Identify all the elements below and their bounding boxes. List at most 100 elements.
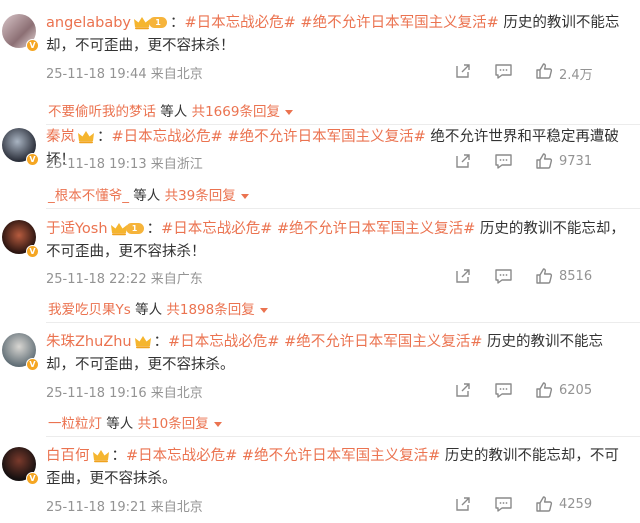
comment-actions: 6205 bbox=[390, 381, 640, 401]
share-button[interactable] bbox=[454, 152, 472, 172]
member-rank-icon[interactable]: 1 bbox=[133, 15, 169, 30]
comment-meta: 25-11-18 19:44 来自北京 bbox=[46, 63, 203, 82]
comment-icon bbox=[494, 62, 513, 80]
like-button[interactable]: 2.4万 bbox=[535, 62, 593, 83]
comment-date: 25-11-18 19:16 bbox=[46, 386, 147, 401]
crown-icon[interactable] bbox=[92, 448, 110, 462]
comment-icon bbox=[494, 495, 513, 513]
like-button[interactable]: 8516 bbox=[535, 267, 592, 287]
hashtag-link[interactable]: #日本忘战必危# bbox=[126, 448, 237, 464]
comment-source: 来自广东 bbox=[150, 272, 203, 287]
crown-icon[interactable] bbox=[77, 129, 95, 143]
like-count: 8516 bbox=[559, 269, 593, 284]
hashtag-link[interactable]: #绝不允许日本军国主义复活# bbox=[227, 129, 425, 145]
divider bbox=[46, 322, 640, 323]
reply-count[interactable]: 共1669条回复 bbox=[192, 104, 280, 120]
username-link[interactable]: 朱珠ZhuZhu bbox=[46, 334, 132, 350]
comment-actions: 8516 bbox=[390, 267, 640, 287]
hashtag-link[interactable]: #日本忘战必危# bbox=[161, 221, 272, 237]
reply-others-label: 等人 bbox=[135, 302, 163, 318]
comment-meta: 25-11-18 22:22 来自广东 bbox=[46, 268, 203, 287]
crown-icon[interactable] bbox=[134, 334, 152, 348]
share-button[interactable] bbox=[454, 62, 472, 82]
separator: ： bbox=[111, 448, 127, 464]
username-link[interactable]: 于适Yosh bbox=[46, 221, 108, 237]
comment-actions: 2.4万 bbox=[390, 62, 640, 83]
hashtag-link[interactable]: #日本忘战必危# bbox=[112, 129, 223, 145]
share-icon bbox=[454, 267, 472, 285]
reply-others-label: 等人 bbox=[106, 416, 134, 432]
username-link[interactable]: 白百何 bbox=[46, 448, 90, 464]
reply-count[interactable]: 共10条回复 bbox=[138, 416, 209, 432]
comment-actions: 4259 bbox=[390, 495, 640, 515]
reply-username[interactable]: 一粒粒灯 bbox=[48, 416, 102, 432]
like-button[interactable]: 9731 bbox=[535, 152, 592, 172]
comment-text: angelababy 1 ：#日本忘战必危# #绝不允许日本军国主义复活# 历史的教… bbox=[46, 12, 626, 58]
reply-button[interactable] bbox=[494, 381, 513, 401]
hashtag-link[interactable]: #日本忘战必危# bbox=[168, 334, 279, 350]
rank-level: 1 bbox=[125, 223, 144, 234]
comment-icon bbox=[494, 152, 513, 170]
comment-icon bbox=[494, 381, 513, 399]
verified-badge-icon: V bbox=[26, 472, 39, 485]
share-icon bbox=[454, 152, 472, 170]
comment-meta: 25-11-18 19:13 来自浙江 bbox=[46, 153, 203, 172]
username-link[interactable]: angelababy bbox=[46, 15, 131, 31]
separator: ： bbox=[170, 15, 185, 31]
chevron-down-icon[interactable] bbox=[259, 307, 268, 313]
verified-badge-icon: V bbox=[26, 39, 39, 52]
member-rank-icon[interactable]: 1 bbox=[110, 221, 146, 236]
reply-username[interactable]: 我爱吃贝果Ys bbox=[48, 302, 131, 318]
share-icon bbox=[454, 62, 472, 80]
hashtag-link[interactable]: #绝不允许日本军国主义复活# bbox=[284, 334, 482, 350]
hashtag-link[interactable]: #日本忘战必危# bbox=[185, 15, 296, 31]
like-count: 6205 bbox=[559, 383, 593, 398]
reply-button[interactable] bbox=[494, 62, 513, 82]
like-button[interactable]: 6205 bbox=[535, 381, 592, 401]
comment-source: 来自北京 bbox=[150, 67, 203, 82]
separator: ： bbox=[146, 221, 162, 237]
like-count: 9731 bbox=[559, 154, 593, 169]
hashtag-link[interactable]: #绝不允许日本军国主义复活# bbox=[242, 448, 440, 464]
separator: ： bbox=[97, 129, 112, 145]
separator: ： bbox=[153, 334, 169, 350]
comment-source: 来自北京 bbox=[150, 500, 203, 515]
reply-button[interactable] bbox=[494, 152, 513, 172]
reply-others-label: 等人 bbox=[160, 104, 188, 120]
share-button[interactable] bbox=[454, 267, 472, 287]
comment-source: 来自北京 bbox=[150, 386, 203, 401]
reply-button[interactable] bbox=[494, 495, 513, 515]
hashtag-link[interactable]: #绝不允许日本军国主义复活# bbox=[277, 221, 475, 237]
reply-username[interactable]: 不要偷听我的梦话 bbox=[48, 104, 156, 120]
comment-actions: 9731 bbox=[390, 152, 640, 172]
chevron-down-icon[interactable] bbox=[213, 421, 222, 427]
reply-summary[interactable]: _根本不懂爷_ 等人 共39条回复 bbox=[48, 184, 249, 204]
like-icon bbox=[535, 152, 553, 170]
reply-count[interactable]: 共1898条回复 bbox=[166, 302, 254, 318]
chevron-down-icon[interactable] bbox=[284, 109, 293, 115]
divider bbox=[46, 124, 640, 125]
reply-summary[interactable]: 一粒粒灯 等人 共10条回复 bbox=[48, 412, 222, 432]
divider bbox=[46, 436, 640, 437]
chevron-down-icon[interactable] bbox=[240, 193, 249, 199]
like-button[interactable]: 4259 bbox=[535, 495, 592, 515]
reply-button[interactable] bbox=[494, 267, 513, 287]
comment-text: 朱珠ZhuZhu ：#日本忘战必危# #绝不允许日本军国主义复活# 历史的教训不能… bbox=[46, 331, 626, 377]
comment-text: 白百何 ：#日本忘战必危# #绝不允许日本军国主义复活# 历史的教训不能忘却，不可… bbox=[46, 445, 626, 491]
reply-summary[interactable]: 不要偷听我的梦话 等人 共1669条回复 bbox=[48, 100, 293, 120]
reply-count[interactable]: 共39条回复 bbox=[165, 188, 236, 204]
divider bbox=[46, 208, 640, 209]
reply-summary[interactable]: 我爱吃贝果Ys 等人 共1898条回复 bbox=[48, 298, 268, 318]
verified-badge-icon: V bbox=[26, 358, 39, 371]
comment-source: 来自浙江 bbox=[150, 157, 203, 172]
like-icon bbox=[535, 267, 553, 285]
like-icon bbox=[535, 381, 553, 399]
share-button[interactable] bbox=[454, 495, 472, 515]
share-icon bbox=[454, 381, 472, 399]
username-link[interactable]: 秦岚 bbox=[46, 129, 75, 145]
reply-username[interactable]: _根本不懂爷_ bbox=[48, 188, 129, 204]
share-button[interactable] bbox=[454, 381, 472, 401]
hashtag-link[interactable]: #绝不允许日本军国主义复活# bbox=[300, 15, 498, 31]
comment-text: 于适Yosh 1 ：#日本忘战必危# #绝不允许日本军国主义复活# 历史的教训不能忘… bbox=[46, 218, 626, 264]
verified-badge-icon: V bbox=[26, 245, 39, 258]
